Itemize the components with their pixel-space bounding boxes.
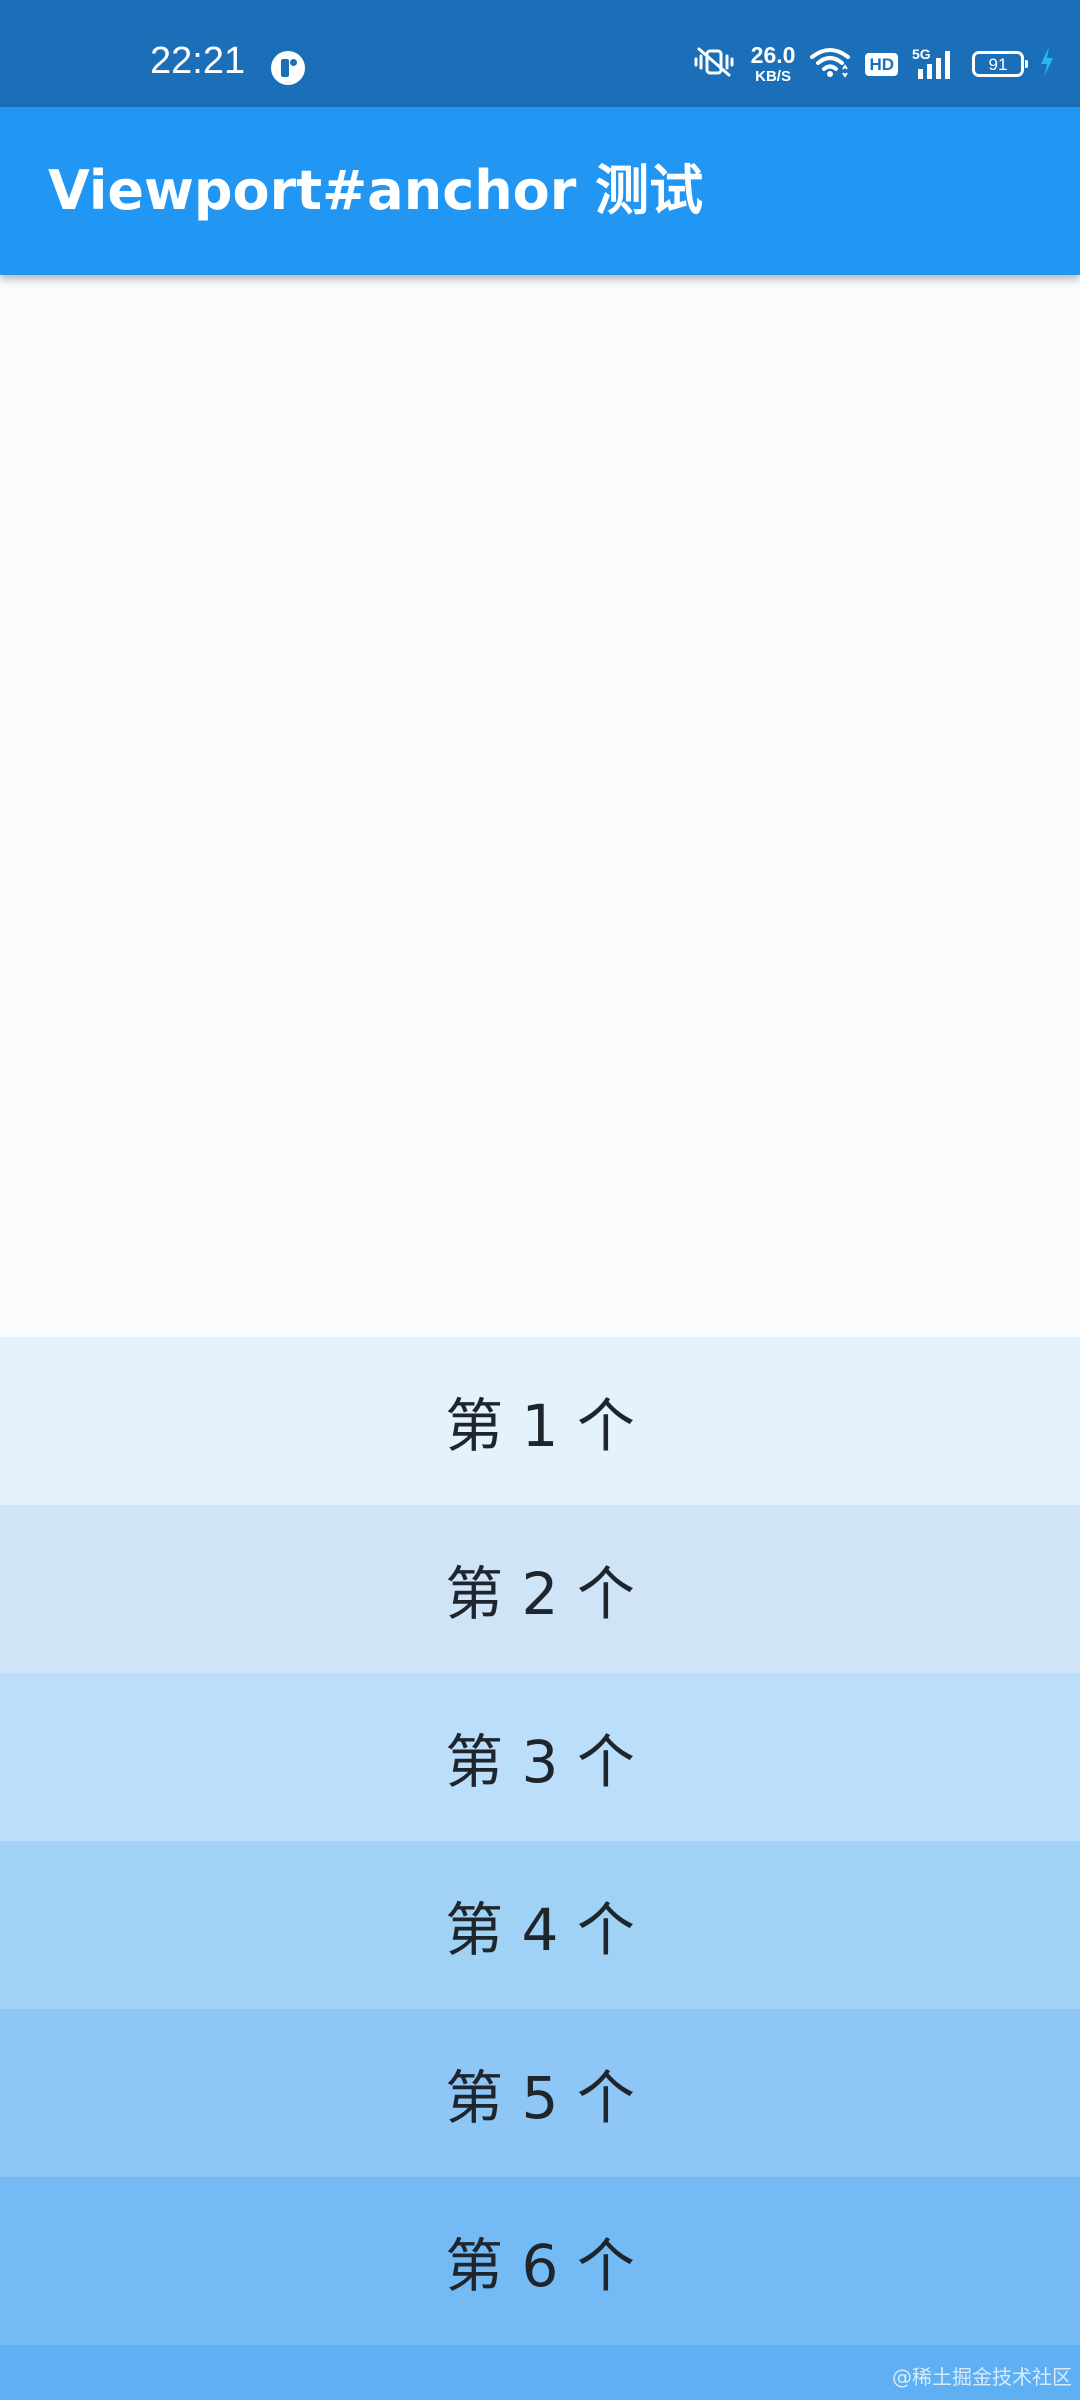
network-speed: 26.0 KB/S: [750, 42, 796, 85]
hd-icon: HD: [865, 52, 898, 76]
battery-level: 91: [988, 54, 1008, 74]
app-bar: Viewport#anchor 测试: [0, 107, 1080, 275]
list-item: 第 2 个: [0, 1505, 1080, 1673]
list-item: 第 5 个: [0, 2009, 1080, 2177]
list-item: 第 1 个: [0, 1337, 1080, 1505]
page-title: Viewport#anchor 测试: [48, 159, 704, 222]
item-list: 第 1 个第 2 个第 3 个第 4 个第 5 个第 6 个: [0, 1337, 1080, 2400]
wifi-icon: [809, 45, 851, 83]
network-speed-unit: KB/S: [755, 68, 791, 85]
app-notification-icon: [271, 51, 305, 85]
list-item-label: 第 6 个: [445, 2232, 635, 2300]
signal-icon: 5G: [912, 47, 958, 81]
status-icons: 26.0 KB/S HD 5G 91: [691, 44, 1056, 84]
network-speed-value: 26.0: [750, 42, 796, 68]
scroll-viewport[interactable]: 第 1 个第 2 个第 3 个第 4 个第 5 个第 6 个: [0, 275, 1080, 2400]
status-time: 22:21: [150, 40, 246, 82]
list-item-label: 第 3 个: [445, 1728, 635, 1796]
status-bar: 22:21 26.0 KB/S HD 5G 91: [0, 0, 1080, 107]
battery-icon: 91: [972, 51, 1028, 77]
list-item-label: 第 1 个: [445, 1392, 635, 1460]
list-item-label: 第 4 个: [445, 1896, 635, 1964]
list-item: 第 6 个: [0, 2177, 1080, 2345]
list-item: 第 3 个: [0, 1673, 1080, 1841]
list-item-label: 第 5 个: [445, 2064, 635, 2132]
list-item-label: 第 2 个: [445, 1560, 635, 1628]
vibrate-silent-icon: [691, 45, 737, 83]
list-item: 第 4 个: [0, 1841, 1080, 2009]
watermark: @稀土掘金技术社区: [892, 2365, 1072, 2389]
charging-icon: [1038, 45, 1056, 83]
